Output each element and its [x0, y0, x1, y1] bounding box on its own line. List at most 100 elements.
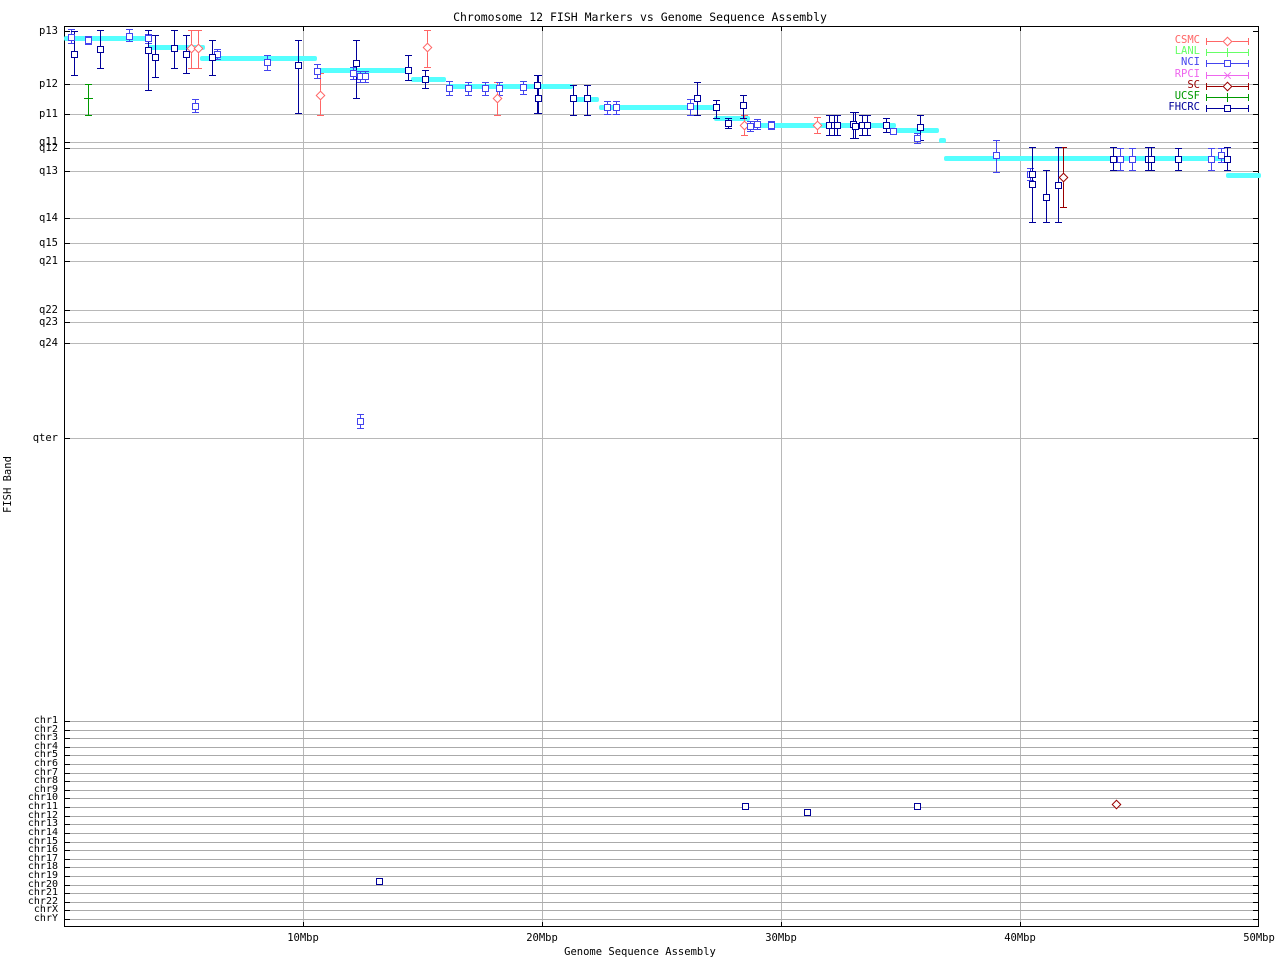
error-bar-cap [883, 118, 890, 119]
error-bar-cap [295, 113, 302, 114]
error-bar-cap [145, 30, 152, 31]
y-tick [1253, 816, 1259, 817]
error-bar-cap [424, 30, 431, 31]
error-bar-cap [741, 135, 748, 136]
x-tick [542, 922, 543, 927]
y-tick [1253, 893, 1259, 894]
legend-label-nci: NCI [1181, 56, 1200, 68]
marker-square [422, 76, 429, 83]
y-tick-label: q14 [39, 212, 58, 224]
error-bar-cap [192, 99, 199, 100]
marker-square [152, 54, 159, 61]
error-bar-cap [747, 131, 754, 132]
error-bar-cap [1148, 147, 1155, 148]
marker-square [68, 34, 75, 41]
legend-sample-cap [1206, 60, 1207, 67]
marker-square [1029, 181, 1036, 188]
marker-square [314, 68, 321, 75]
y-tick [1253, 859, 1259, 860]
error-bar-cap [171, 68, 178, 69]
marker-square [496, 85, 503, 92]
marker-square [1129, 156, 1136, 163]
marker-square [917, 124, 924, 131]
marker-square [145, 47, 152, 54]
marker-plus [1223, 48, 1232, 57]
marker-square [535, 95, 542, 102]
y-tick-label: p11 [39, 108, 58, 120]
legend-sample-cap [1248, 49, 1249, 56]
error-bar-cap [465, 95, 472, 96]
y-tick [64, 816, 70, 817]
legend-label-fhcrc: FHCRC [1168, 101, 1200, 113]
marker-square [85, 37, 92, 44]
error-bar-cap [317, 115, 324, 116]
error-bar-cap [183, 35, 190, 36]
marker-plus-h [84, 98, 93, 99]
x-tick-label: 50Mbp [1243, 932, 1275, 944]
error-bar-cap [264, 70, 271, 71]
marker-square [1055, 182, 1062, 189]
legend-sample-cap [1248, 83, 1249, 90]
error-bar-cap [725, 118, 732, 119]
y-tick [64, 142, 70, 143]
error-bar-cap [834, 115, 841, 116]
legend-sample-cap [1248, 72, 1249, 79]
legend-sample-cap [1248, 60, 1249, 67]
y-tick [64, 781, 70, 782]
error-bar-cap [353, 40, 360, 41]
marker-square [520, 84, 527, 91]
marker-square [295, 62, 302, 69]
error-bar-cap [1110, 170, 1117, 171]
error-bar-cap [152, 35, 159, 36]
error-bar-cap [1224, 147, 1231, 148]
error-bar-cap [314, 78, 321, 79]
y-tick [1253, 919, 1259, 920]
y-tick-label: p12 [39, 78, 58, 90]
error-bar-cap [183, 73, 190, 74]
marker-square [914, 135, 921, 142]
legend-sample-cap [1248, 38, 1249, 45]
y-tick-label: q23 [39, 316, 58, 328]
y-tick [64, 893, 70, 894]
error-bar-cap [68, 29, 75, 30]
error-bar-cap [362, 71, 369, 72]
marker-plus-h [1223, 52, 1232, 53]
error-bar-cap [85, 44, 92, 45]
error-bar-cap [725, 128, 732, 129]
y-tick [1253, 850, 1259, 851]
error-bar-cap [713, 100, 720, 101]
x-tick [1020, 922, 1021, 927]
marker-square [145, 35, 152, 42]
marker-square [209, 54, 216, 61]
x-tick-label: 10Mbp [287, 932, 319, 944]
error-bar-cap [145, 90, 152, 91]
marker-square [584, 95, 591, 102]
y-tick [1253, 798, 1259, 799]
legend-sample-cap [1206, 38, 1207, 45]
error-bar-cap [1055, 222, 1062, 223]
error-bar-cap [604, 114, 611, 115]
y-tick-label: q12 [39, 142, 58, 154]
marker-square [1148, 156, 1155, 163]
marker-square [1208, 156, 1215, 163]
marker-square [534, 82, 541, 89]
y-tick [64, 171, 70, 172]
error-bar-cap [1110, 147, 1117, 148]
error-bar-cap [584, 85, 591, 86]
error-bar-cap [494, 115, 501, 116]
error-bar-cap [496, 82, 503, 83]
x-tick [542, 26, 543, 31]
y-tick-label: q13 [39, 165, 58, 177]
marker-square [362, 73, 369, 80]
y-tick [1253, 738, 1259, 739]
error-bar-cap [520, 94, 527, 95]
error-bar-cap [405, 55, 412, 56]
error-bar-cap [192, 112, 199, 113]
assembly-segment [64, 36, 151, 41]
error-bar-cap [1029, 222, 1036, 223]
x-tick-label: 30Mbp [765, 932, 797, 944]
marker-square [834, 122, 841, 129]
y-tick [1253, 142, 1259, 143]
marker-square [768, 122, 775, 129]
error-bar-cap [1175, 148, 1182, 149]
